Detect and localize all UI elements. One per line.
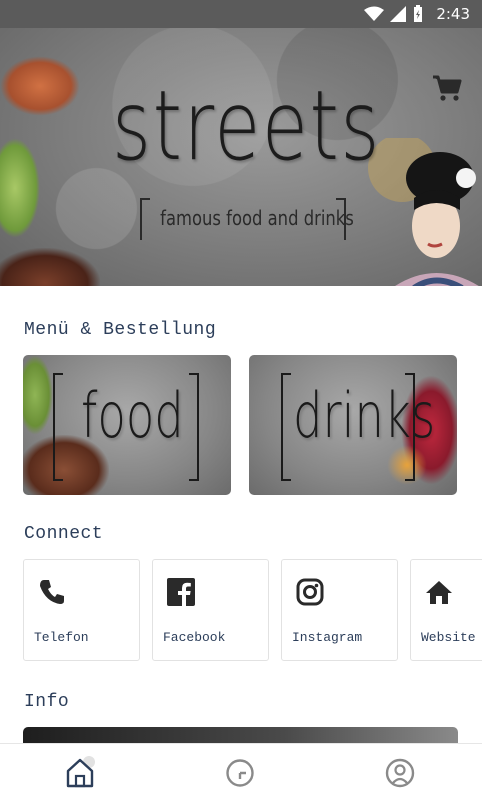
signal-icon: [390, 6, 407, 22]
info-section-title: Info: [24, 692, 70, 712]
status-bar: 2:43: [0, 0, 482, 28]
hero-subtitle-frame: famous food and drinks: [140, 198, 354, 240]
connect-tiles-row: Telefon Facebook Instagram Website: [23, 559, 482, 661]
nav-profile[interactable]: [383, 756, 417, 790]
home-icon: [426, 581, 452, 604]
instagram-icon: [296, 578, 324, 606]
connect-tile-label: Telefon: [34, 630, 89, 645]
menu-section-title: Menü & Bestellung: [24, 320, 217, 340]
nav-hours[interactable]: [223, 756, 257, 790]
hero-title: streets: [112, 70, 381, 182]
phone-icon: [40, 580, 64, 604]
connect-tile-label: Facebook: [163, 630, 226, 645]
food-card-leaf-decoration: [23, 355, 53, 435]
connect-tile-label: Website: [421, 630, 476, 645]
home-icon: [66, 756, 95, 788]
connect-tile-telefon[interactable]: Telefon: [23, 559, 140, 661]
steak-illustration: [0, 248, 100, 286]
cart-icon[interactable]: [432, 74, 462, 102]
hero-subtitle: famous food and drinks: [160, 206, 354, 230]
connect-tile-label: Instagram: [292, 630, 363, 645]
food-card-right-bracket: [189, 373, 199, 481]
clock-icon: [226, 759, 254, 787]
battery-icon: [414, 5, 423, 22]
menu-card-drinks[interactable]: drinks: [249, 355, 457, 495]
connect-tile-instagram[interactable]: Instagram: [281, 559, 398, 661]
food-card-left-bracket: [53, 373, 63, 481]
drinks-card-left-bracket: [281, 373, 291, 481]
bottom-navigation: [0, 743, 482, 800]
connect-tile-facebook[interactable]: Facebook: [152, 559, 269, 661]
menu-card-food[interactable]: food: [23, 355, 231, 495]
user-icon: [385, 758, 415, 788]
clock-time: 2:43: [436, 5, 470, 23]
connect-tile-website[interactable]: Website: [410, 559, 482, 661]
shrimp-illustration: [0, 56, 80, 116]
celery-illustration: [0, 138, 40, 238]
wifi-icon: [364, 6, 385, 21]
facebook-icon: [167, 578, 195, 606]
connect-section-title: Connect: [24, 524, 104, 544]
menu-card-label: drinks: [293, 379, 436, 452]
menu-card-label: food: [81, 379, 184, 452]
nav-home[interactable]: [63, 756, 97, 790]
hero-banner: streets famous food and drinks: [0, 28, 482, 286]
